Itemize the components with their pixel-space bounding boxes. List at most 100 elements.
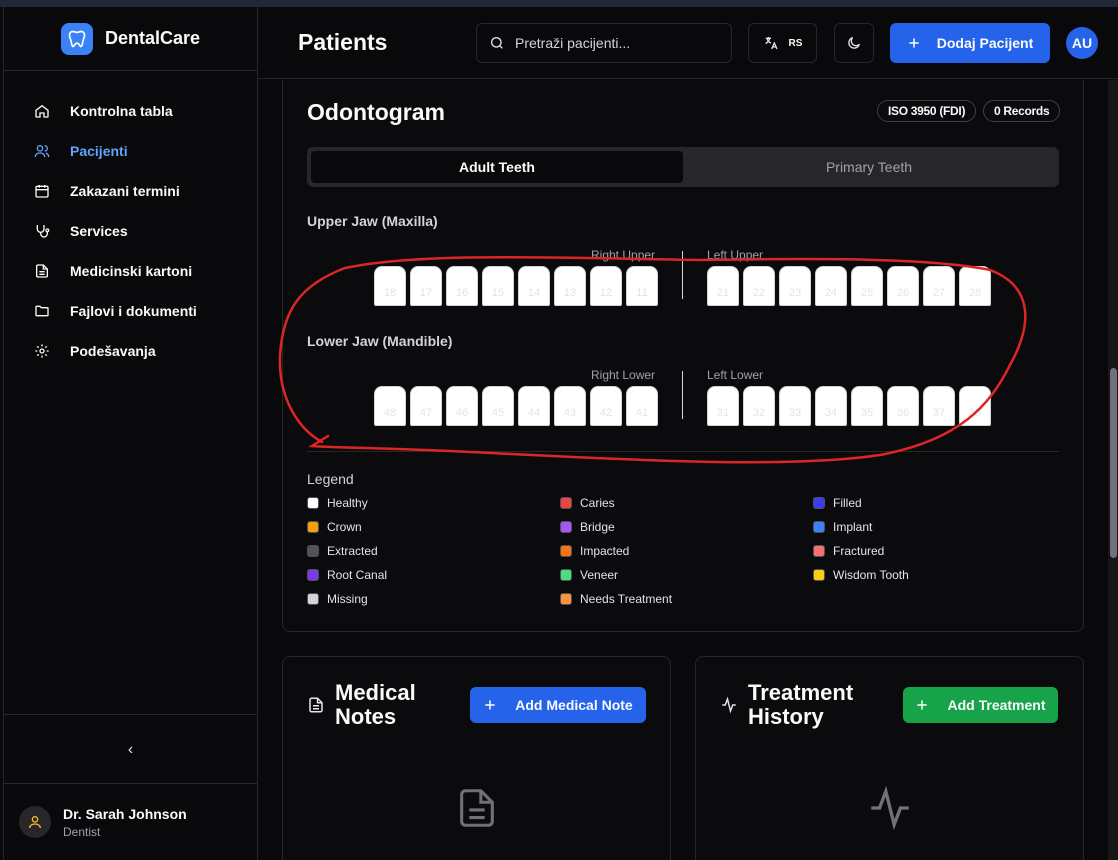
- tooth-13[interactable]: 13: [554, 266, 586, 306]
- tooth-logo-icon: [60, 22, 93, 55]
- tooth-11[interactable]: 11: [626, 266, 658, 306]
- odontogram-card: Odontogram ISO 3950 (FDI) 0 Records Adul…: [282, 80, 1084, 632]
- tab-adult-teeth[interactable]: Adult Teeth: [311, 151, 683, 183]
- language-button[interactable]: RS: [748, 23, 817, 63]
- tooth-15[interactable]: 15: [482, 266, 514, 306]
- tooth-43[interactable]: 43: [554, 386, 586, 426]
- legend-label: Veneer: [580, 568, 619, 582]
- tab-primary-teeth[interactable]: Primary Teeth: [683, 151, 1055, 183]
- tooth-42[interactable]: 42: [590, 386, 622, 426]
- legend-label: Healthy: [327, 496, 368, 510]
- tooth-45[interactable]: 45: [482, 386, 514, 426]
- tooth-21[interactable]: 21: [707, 266, 739, 306]
- tooth-33[interactable]: 33: [779, 386, 811, 426]
- user-profile[interactable]: Dr. Sarah Johnson Dentist: [4, 783, 257, 860]
- main-scrollbar[interactable]: [1108, 80, 1118, 860]
- add-medical-note-label: Add Medical Note: [515, 697, 633, 713]
- search-box[interactable]: [476, 23, 732, 63]
- sidebar-item-label: Services: [70, 223, 128, 239]
- legend-item: Veneer: [560, 567, 813, 583]
- activity-icon: [722, 696, 736, 714]
- legend-label: Fractured: [833, 544, 885, 558]
- tooth-44[interactable]: 44: [518, 386, 550, 426]
- legend-item: Implant: [813, 519, 1059, 535]
- sidebar-item-files[interactable]: Fajlovi i dokumenti: [4, 291, 257, 331]
- iso-badge: ISO 3950 (FDI): [877, 100, 977, 122]
- tooth-41[interactable]: 41: [626, 386, 658, 426]
- left-lower-label: Left Lower: [707, 368, 764, 382]
- tooth-31[interactable]: 31: [707, 386, 739, 426]
- sidebar-item-settings[interactable]: Podešavanja: [4, 331, 257, 371]
- tooth-27[interactable]: 27: [923, 266, 955, 306]
- legend-label: Crown: [327, 520, 362, 534]
- main-content: Odontogram ISO 3950 (FDI) 0 Records Adul…: [258, 80, 1108, 860]
- sidebar-item-label: Fajlovi i dokumenti: [70, 303, 197, 319]
- brand[interactable]: DentalCare: [4, 7, 257, 71]
- upper-jaw-label: Upper Jaw (Maxilla): [307, 213, 438, 229]
- lower-left-teeth: 31 32 33 34 35 36 37 38: [707, 386, 991, 426]
- language-code: RS: [788, 37, 803, 49]
- sidebar-item-label: Zakazani termini: [70, 183, 180, 199]
- add-patient-label: Dodaj Pacijent: [936, 35, 1034, 51]
- legend-swatch: [307, 545, 319, 557]
- tooth-12[interactable]: 12: [590, 266, 622, 306]
- sidebar-item-patients[interactable]: Pacijenti: [4, 131, 257, 171]
- tooth-23[interactable]: 23: [779, 266, 811, 306]
- tooth-25[interactable]: 25: [851, 266, 883, 306]
- tooth-14[interactable]: 14: [518, 266, 550, 306]
- legend-item: Fractured: [813, 543, 1059, 559]
- tooth-36[interactable]: 36: [887, 386, 919, 426]
- legend-item: Impacted: [560, 543, 813, 559]
- add-medical-note-button[interactable]: Add Medical Note: [470, 687, 646, 723]
- collapse-sidebar-button[interactable]: ‹: [4, 714, 257, 784]
- add-treatment-button[interactable]: Add Treatment: [903, 687, 1058, 723]
- legend-label: Implant: [833, 520, 873, 534]
- legend-label: Caries: [580, 496, 615, 510]
- tooth-17[interactable]: 17: [410, 266, 442, 306]
- tooth-22[interactable]: 22: [743, 266, 775, 306]
- legend-swatch: [307, 569, 319, 581]
- search-icon: [491, 37, 503, 49]
- sidebar-item-dashboard[interactable]: Kontrolna tabla: [4, 91, 257, 131]
- user-name: Dr. Sarah Johnson: [63, 805, 187, 822]
- tooth-46[interactable]: 46: [446, 386, 478, 426]
- theme-toggle-button[interactable]: [834, 23, 874, 63]
- tooth-47[interactable]: 47: [410, 386, 442, 426]
- legend-label: Root Canal: [327, 568, 388, 582]
- tooth-24[interactable]: 24: [815, 266, 847, 306]
- search-input[interactable]: [515, 35, 715, 51]
- medical-notes-title: Medical Notes: [335, 680, 416, 729]
- tooth-48[interactable]: 48: [374, 386, 406, 426]
- folder-icon: [35, 305, 49, 317]
- tooth-38[interactable]: 38: [959, 386, 991, 426]
- file-text-icon: [36, 264, 48, 278]
- medical-notes-card: Medical Notes Add Medical Note: [282, 656, 671, 860]
- tooth-32[interactable]: 32: [743, 386, 775, 426]
- upper-right-teeth: 18 17 16 15 14 13 12 11: [374, 266, 658, 306]
- sidebar-item-medical-records[interactable]: Medicinski kartoni: [4, 251, 257, 291]
- tooth-28[interactable]: 28: [959, 266, 991, 306]
- treatment-history-card: Treatment History Add Treatment: [695, 656, 1084, 860]
- tooth-16[interactable]: 16: [446, 266, 478, 306]
- sidebar-item-appointments[interactable]: Zakazani termini: [4, 171, 257, 211]
- tooth-34[interactable]: 34: [815, 386, 847, 426]
- top-header: Patients RS Dodaj Pacijent AU: [258, 7, 1118, 79]
- sidebar-item-label: Medicinski kartoni: [70, 263, 193, 279]
- legend-swatch: [560, 497, 572, 509]
- tooth-37[interactable]: 37: [923, 386, 955, 426]
- translate-icon: [764, 37, 778, 50]
- tooth-35[interactable]: 35: [851, 386, 883, 426]
- legend-item: Needs Treatment: [560, 591, 813, 607]
- legend-title: Legend: [307, 471, 354, 487]
- legend-label: Needs Treatment: [580, 592, 673, 606]
- tooth-18[interactable]: 18: [374, 266, 406, 306]
- user-role: Dentist: [63, 824, 101, 839]
- scrollbar-thumb[interactable]: [1110, 368, 1117, 558]
- tooth-26[interactable]: 26: [887, 266, 919, 306]
- avatar[interactable]: AU: [1066, 27, 1098, 59]
- legend-swatch: [813, 521, 825, 533]
- lower-jaw-label: Lower Jaw (Mandible): [307, 333, 453, 349]
- sidebar-item-services[interactable]: Services: [4, 211, 257, 251]
- add-patient-button[interactable]: Dodaj Pacijent: [890, 23, 1050, 63]
- legend-swatch: [560, 545, 572, 557]
